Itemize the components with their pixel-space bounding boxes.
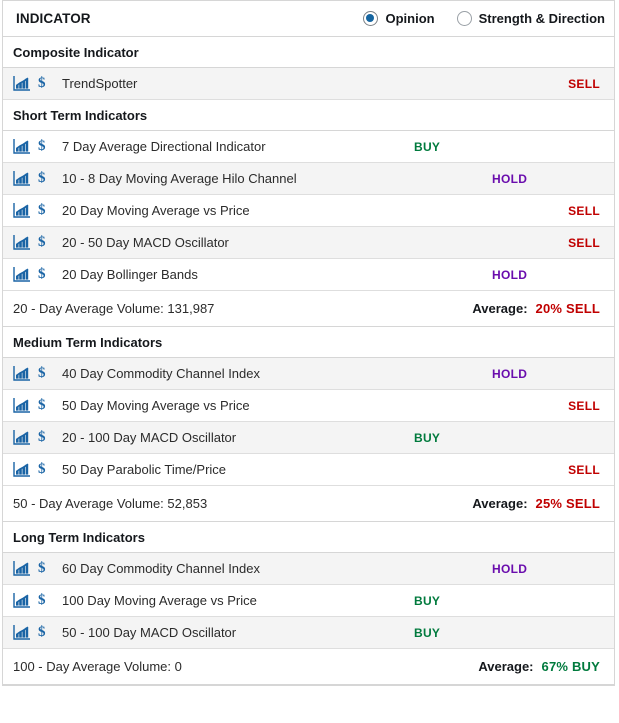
- indicator-verdict: HOLD: [492, 366, 528, 381]
- section-header: Long Term Indicators: [3, 522, 614, 553]
- indicator-row[interactable]: $100 Day Moving Average vs Price BUY: [3, 585, 614, 617]
- indicator-row[interactable]: $7 Day Average Directional Indicator BUY: [3, 131, 614, 163]
- indicator-row[interactable]: $50 Day Parabolic Time/Price SELL: [3, 454, 614, 486]
- indicator-name: 20 Day Bollinger Bands: [62, 267, 198, 282]
- average-label: Average:: [478, 659, 534, 674]
- indicator-verdict: SELL: [568, 462, 600, 477]
- section-header: Medium Term Indicators: [3, 327, 614, 358]
- dollar-icon[interactable]: $: [38, 625, 58, 640]
- section-title: Medium Term Indicators: [13, 334, 163, 350]
- indicator-row[interactable]: $60 Day Commodity Channel Index HOLD: [3, 553, 614, 585]
- line-chart-icon[interactable]: [13, 593, 30, 608]
- section-summary-row: 20 - Day Average Volume: 131,987 Average:…: [3, 291, 614, 327]
- indicator-verdict: BUY: [414, 139, 441, 154]
- dollar-icon[interactable]: $: [38, 203, 58, 218]
- average-volume-label: 50 - Day Average Volume: 52,853: [13, 496, 208, 511]
- section-title: Composite Indicator: [13, 44, 139, 60]
- indicator-name: 50 - 100 Day MACD Oscillator: [62, 625, 237, 640]
- section-header: Short Term Indicators: [3, 100, 614, 131]
- line-chart-icon[interactable]: [13, 462, 30, 477]
- indicator-verdict: BUY: [414, 430, 441, 445]
- dollar-icon[interactable]: $: [38, 462, 58, 477]
- page-title: INDICATOR: [16, 11, 91, 26]
- indicator-name: 10 - 8 Day Moving Average Hilo Channel: [62, 171, 297, 186]
- indicator-name: 50 Day Moving Average vs Price: [62, 398, 250, 413]
- indicator-name: 50 Day Parabolic Time/Price: [62, 462, 227, 477]
- indicator-row[interactable]: $50 Day Moving Average vs Price SELL: [3, 390, 614, 422]
- indicator-name: 40 Day Commodity Channel Index: [62, 366, 260, 381]
- indicator-verdict: SELL: [568, 398, 600, 413]
- line-chart-icon[interactable]: [13, 203, 30, 218]
- dollar-icon[interactable]: $: [38, 76, 58, 91]
- indicator-verdict: SELL: [568, 76, 600, 91]
- section-summary-row: 100 - Day Average Volume: 0 Average: 67% B…: [3, 649, 614, 685]
- line-chart-icon[interactable]: [13, 366, 30, 381]
- section-summary-row: 50 - Day Average Volume: 52,853 Average: 2…: [3, 486, 614, 522]
- indicator-verdict: BUY: [414, 593, 441, 608]
- dollar-icon[interactable]: $: [38, 430, 58, 445]
- line-chart-icon[interactable]: [13, 171, 30, 186]
- indicator-name: 20 - 50 Day MACD Oscillator: [62, 235, 229, 250]
- line-chart-icon[interactable]: [13, 76, 30, 91]
- line-chart-icon[interactable]: [13, 561, 30, 576]
- indicator-verdict: BUY: [414, 625, 441, 640]
- indicator-row[interactable]: $20 - 50 Day MACD Oscillator SELL: [3, 227, 614, 259]
- indicator-name: 100 Day Moving Average vs Price: [62, 593, 257, 608]
- section-title: Short Term Indicators: [13, 107, 148, 123]
- summary-average: Average: 67% BUY: [478, 659, 600, 674]
- section-header: Composite Indicator: [3, 37, 614, 68]
- dollar-icon[interactable]: $: [38, 398, 58, 413]
- indicator-row[interactable]: $10 - 8 Day Moving Average Hilo Channel H…: [3, 163, 614, 195]
- dollar-icon[interactable]: $: [38, 235, 58, 250]
- radio-option-strength-direction[interactable]: Strength & Direction: [456, 11, 605, 26]
- indicator-row[interactable]: $20 Day Moving Average vs Price SELL: [3, 195, 614, 227]
- indicator-verdict: HOLD: [492, 267, 528, 282]
- dollar-icon[interactable]: $: [38, 366, 58, 381]
- indicator-name: 20 - 100 Day MACD Oscillator: [62, 430, 237, 445]
- radio-label-strength-direction: Strength & Direction: [478, 11, 605, 26]
- line-chart-icon[interactable]: [13, 625, 30, 640]
- radio-option-opinion[interactable]: Opinion: [363, 11, 435, 26]
- average-volume-label: 100 - Day Average Volume: 0: [13, 659, 182, 674]
- summary-average: Average: 25% SELL: [472, 496, 600, 511]
- dollar-icon[interactable]: $: [38, 561, 58, 576]
- section-title: Long Term Indicators: [13, 529, 145, 545]
- line-chart-icon[interactable]: [13, 267, 30, 282]
- average-value: 25% SELL: [535, 496, 600, 511]
- dollar-icon[interactable]: $: [38, 267, 58, 282]
- line-chart-icon[interactable]: [13, 398, 30, 413]
- average-label: Average:: [472, 301, 528, 316]
- indicator-name: 20 Day Moving Average vs Price: [62, 203, 250, 218]
- indicator-row[interactable]: $40 Day Commodity Channel Index HOLD: [3, 358, 614, 390]
- line-chart-icon[interactable]: [13, 139, 30, 154]
- average-value: 67% BUY: [541, 659, 600, 674]
- panel-header: INDICATOR Opinion Strength & Direction: [3, 1, 614, 37]
- indicator-row[interactable]: $20 Day Bollinger Bands HOLD: [3, 259, 614, 291]
- indicator-verdict: SELL: [568, 203, 600, 218]
- indicator-row[interactable]: $50 - 100 Day MACD Oscillator BUY: [3, 617, 614, 649]
- average-volume-label: 20 - Day Average Volume: 131,987: [13, 301, 215, 316]
- summary-average: Average: 20% SELL: [472, 301, 600, 316]
- indicator-row[interactable]: $ TrendSpotter SELL: [3, 68, 614, 100]
- dollar-icon[interactable]: $: [38, 139, 58, 154]
- indicator-name: TrendSpotter: [62, 76, 138, 91]
- line-chart-icon[interactable]: [13, 235, 30, 250]
- indicator-row[interactable]: $20 - 100 Day MACD Oscillator BUY: [3, 422, 614, 454]
- radio-label-opinion: Opinion: [385, 11, 435, 26]
- indicator-verdict: SELL: [568, 235, 600, 250]
- radio-unselected-icon[interactable]: [456, 11, 472, 26]
- line-chart-icon[interactable]: [13, 430, 30, 445]
- average-value: 20% SELL: [535, 301, 600, 316]
- indicator-name: 60 Day Commodity Channel Index: [62, 561, 260, 576]
- dollar-icon[interactable]: $: [38, 593, 58, 608]
- dollar-icon[interactable]: $: [38, 171, 58, 186]
- panel-bottom-edge: [3, 685, 614, 686]
- indicator-verdict: HOLD: [492, 561, 528, 576]
- radio-selected-icon[interactable]: [363, 11, 379, 26]
- indicator-panel: INDICATOR Opinion Strength & Direction C…: [2, 0, 615, 686]
- indicator-name: 7 Day Average Directional Indicator: [62, 139, 266, 154]
- average-label: Average:: [472, 496, 528, 511]
- view-mode-radio-group: Opinion Strength & Direction: [363, 11, 610, 26]
- indicator-verdict: HOLD: [492, 171, 528, 186]
